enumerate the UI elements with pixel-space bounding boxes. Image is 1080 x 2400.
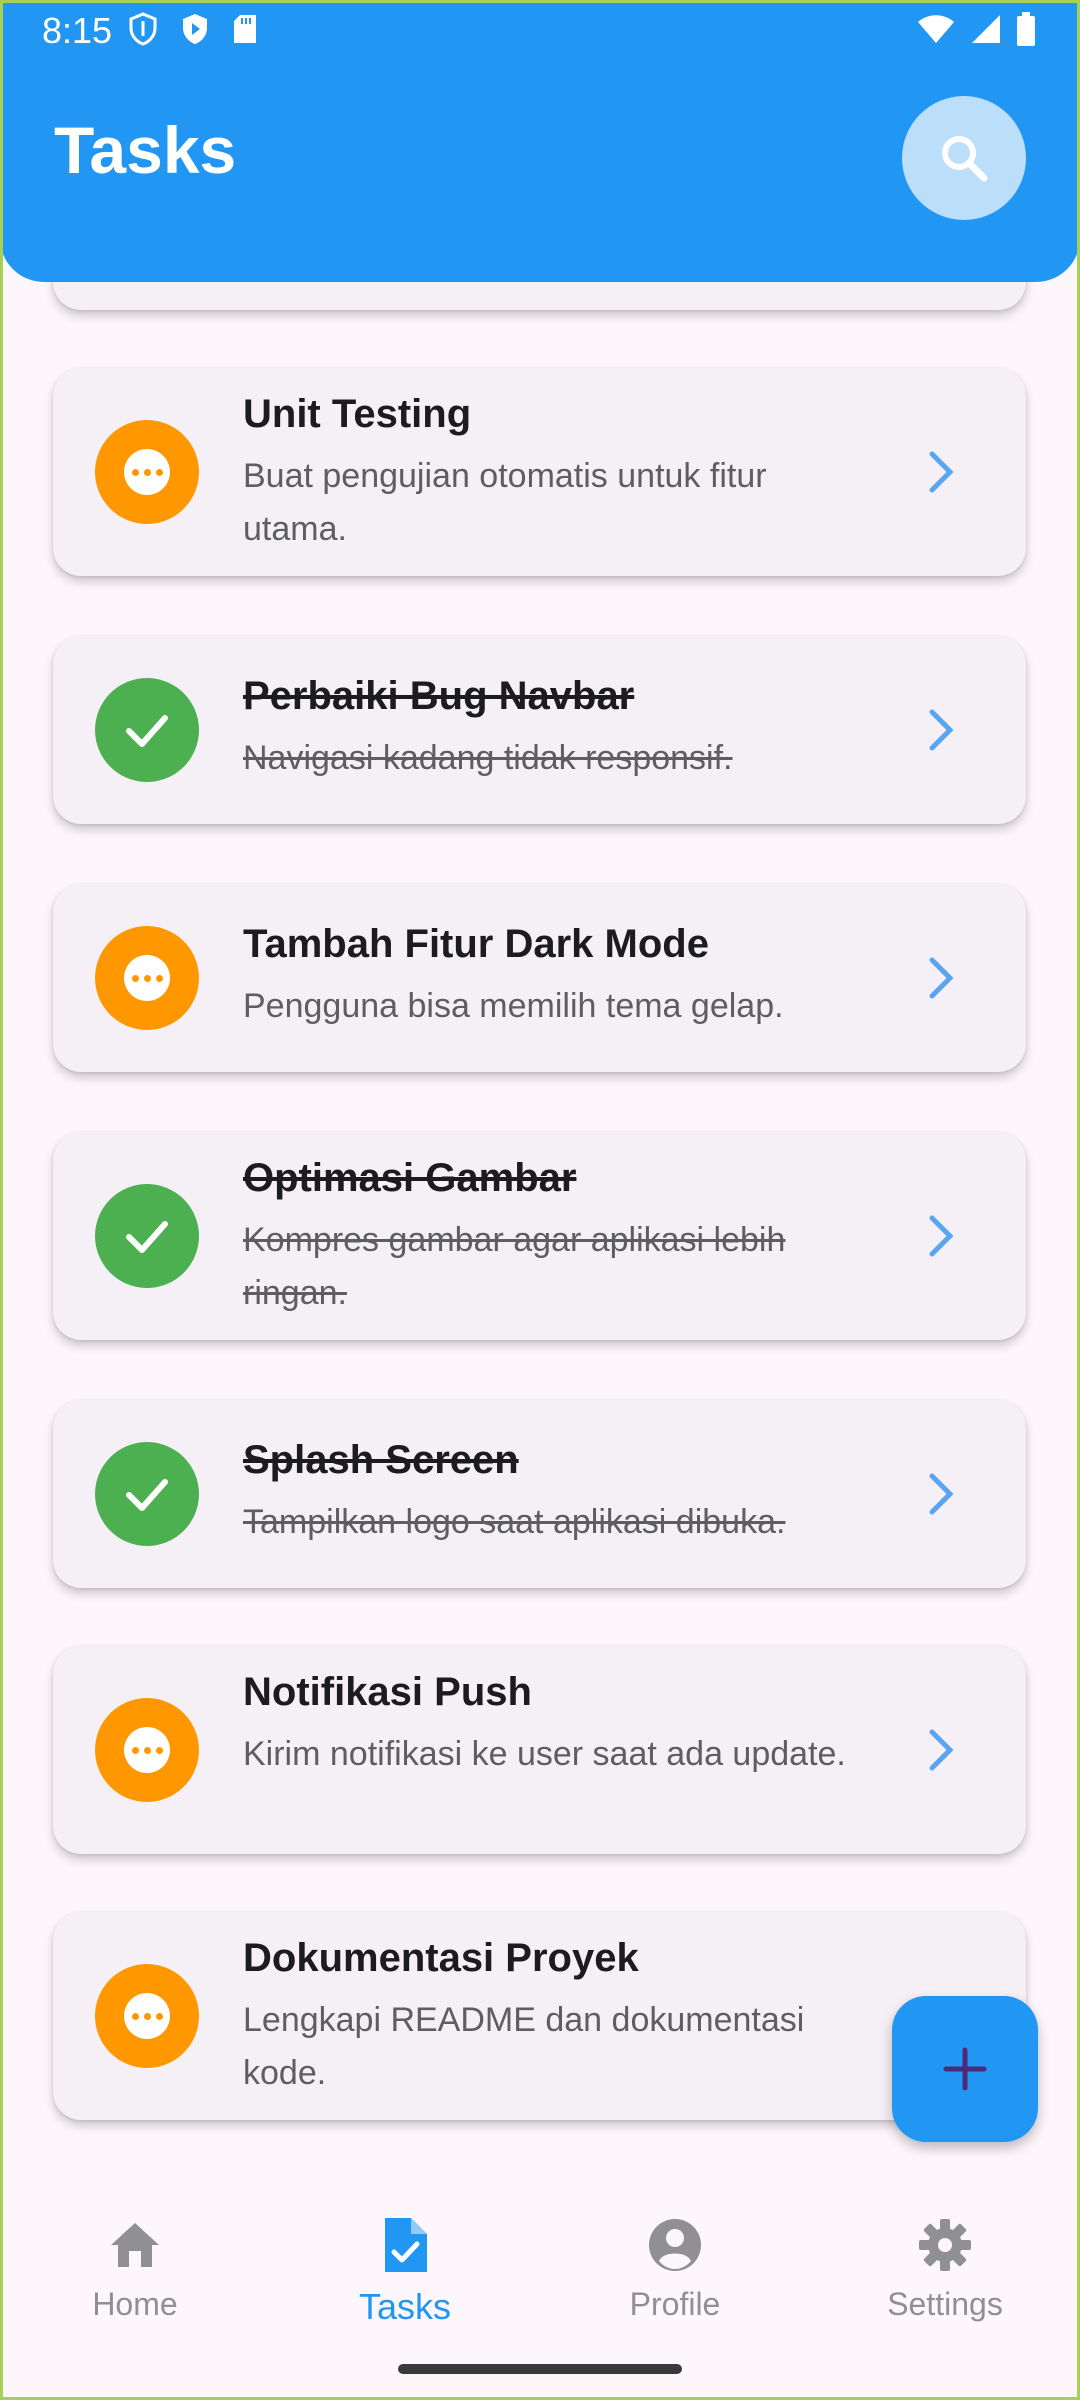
pending-status-icon bbox=[95, 926, 199, 1030]
chevron-right-icon bbox=[929, 451, 954, 493]
pending-status-icon bbox=[95, 420, 199, 524]
page-title: Tasks bbox=[54, 113, 237, 187]
done-status-icon bbox=[95, 1184, 199, 1288]
plus-icon bbox=[943, 2047, 987, 2091]
task-description: Tampilkan logo saat aplikasi dibuka. bbox=[243, 1503, 786, 1541]
nav-item-home[interactable]: Home bbox=[35, 2210, 235, 2323]
nav-label-home: Home bbox=[92, 2286, 178, 2322]
play-protect-icon bbox=[183, 14, 207, 44]
task-description: Lengkapi README dan dokumentasi kode. bbox=[243, 2001, 805, 2092]
wifi-icon bbox=[918, 15, 954, 43]
task-document-icon bbox=[385, 2218, 427, 2272]
task-description: Kirim notifikasi ke user saat ada update… bbox=[243, 1735, 846, 1773]
done-status-icon bbox=[95, 1442, 199, 1546]
task-card[interactable]: Optimasi Gambar Kompres gambar agar apli… bbox=[53, 1132, 1026, 1340]
home-indicator bbox=[398, 2364, 682, 2374]
add-task-button[interactable] bbox=[892, 1996, 1038, 2142]
app-bar: 8:15 Tasks bbox=[0, 0, 1080, 282]
nav-label-profile: Profile bbox=[629, 2286, 721, 2322]
status-bar: 8:15 bbox=[0, 0, 1080, 64]
task-card[interactable]: Splash Screen Tampilkan logo saat aplika… bbox=[53, 1400, 1026, 1588]
task-description: Buat pengujian otomatis untuk fitur utam… bbox=[243, 457, 767, 548]
nav-label-tasks: Tasks bbox=[358, 2286, 452, 2327]
task-description: Navigasi kadang tidak responsif. bbox=[243, 739, 733, 777]
profile-icon bbox=[649, 2219, 701, 2271]
task-description: Kompres gambar agar aplikasi lebih ringa… bbox=[243, 1221, 786, 1312]
chevron-right-icon bbox=[929, 709, 954, 751]
chevron-right-icon bbox=[929, 1473, 954, 1515]
home-icon bbox=[111, 2223, 159, 2267]
gear-icon bbox=[919, 2219, 971, 2271]
task-list[interactable]: Unit Testing Buat pengujian otomatis unt… bbox=[0, 0, 1080, 2180]
task-title: Splash Screen bbox=[243, 1438, 519, 1482]
task-title: Unit Testing bbox=[243, 392, 472, 436]
nav-item-profile[interactable]: Profile bbox=[575, 2210, 775, 2323]
task-card[interactable]: Unit Testing Buat pengujian otomatis unt… bbox=[53, 368, 1026, 576]
pending-status-icon bbox=[95, 1964, 199, 2068]
task-card[interactable]: Notifikasi Push Kirim notifikasi ke user… bbox=[53, 1646, 1026, 1854]
task-card[interactable]: Tambah Fitur Dark Mode Pengguna bisa mem… bbox=[53, 884, 1026, 1072]
done-status-icon bbox=[95, 678, 199, 782]
task-title: Tambah Fitur Dark Mode bbox=[243, 922, 709, 966]
nav-item-tasks[interactable]: Tasks bbox=[305, 2210, 505, 2328]
sd-card-icon bbox=[234, 15, 256, 43]
task-title: Optimasi Gambar bbox=[243, 1156, 577, 1200]
task-card[interactable]: Dokumentasi Proyek Lengkapi README dan d… bbox=[53, 1912, 1026, 2120]
nav-label-settings: Settings bbox=[887, 2286, 1003, 2322]
task-description: Pengguna bisa memilih tema gelap. bbox=[243, 987, 784, 1025]
cellular-signal-icon bbox=[972, 15, 1000, 43]
task-card[interactable]: Perbaiki Bug Navbar Navigasi kadang tida… bbox=[53, 636, 1026, 824]
search-icon bbox=[942, 136, 988, 182]
chevron-right-icon bbox=[929, 1215, 954, 1257]
chevron-right-icon bbox=[929, 1729, 954, 1771]
task-title: Dokumentasi Proyek bbox=[243, 1936, 639, 1980]
nav-item-settings[interactable]: Settings bbox=[845, 2210, 1045, 2323]
shield-icon bbox=[129, 12, 157, 46]
pending-status-icon bbox=[95, 1698, 199, 1802]
chevron-right-icon bbox=[929, 957, 954, 999]
task-title: Notifikasi Push bbox=[243, 1670, 532, 1714]
task-title: Perbaiki Bug Navbar bbox=[243, 674, 635, 718]
status-time: 8:15 bbox=[42, 10, 113, 51]
search-button[interactable] bbox=[902, 96, 1026, 220]
battery-icon bbox=[1017, 12, 1035, 46]
